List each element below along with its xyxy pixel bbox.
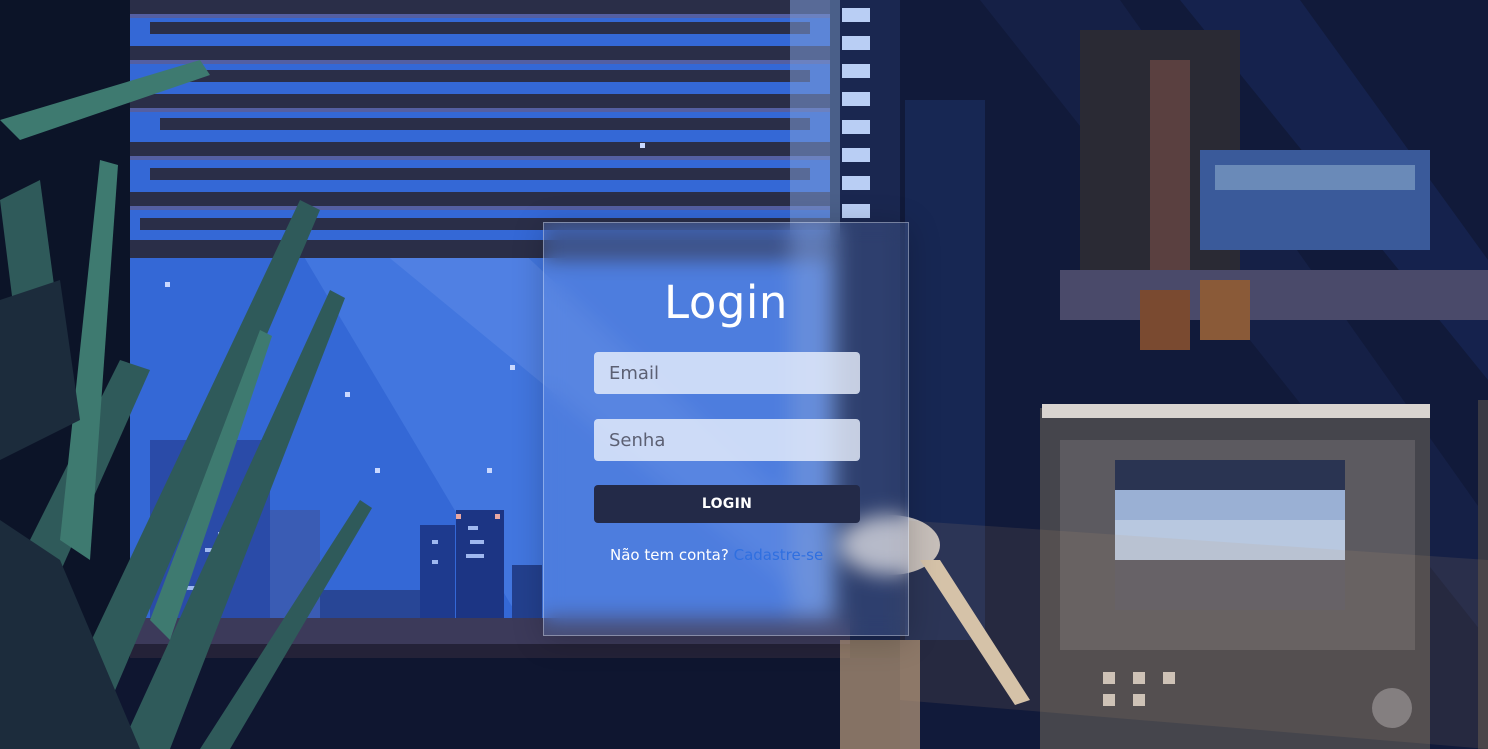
signup-prompt-text: Não tem conta? [610, 546, 729, 564]
signup-prompt-line: Não tem conta? Cadastre-se [610, 546, 823, 564]
login-card: Login LOGIN Não tem conta? Cadastre-se [543, 222, 909, 636]
login-title: Login [664, 276, 788, 329]
email-input[interactable] [594, 352, 860, 394]
login-button[interactable]: LOGIN [594, 485, 860, 523]
password-input[interactable] [594, 419, 860, 461]
signup-link[interactable]: Cadastre-se [734, 546, 824, 564]
login-page: Login LOGIN Não tem conta? Cadastre-se [0, 0, 1488, 749]
